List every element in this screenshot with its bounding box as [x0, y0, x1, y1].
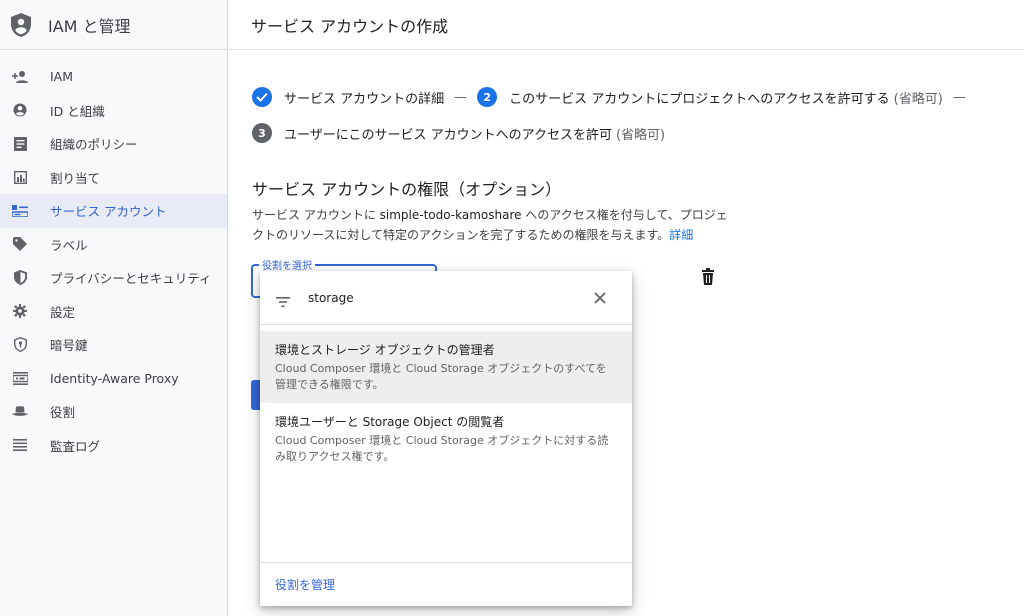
sidebar-item-label: 設定	[50, 304, 76, 320]
step-3-optional: (省略可)	[615, 127, 666, 143]
step-2-optional: (省略可)	[893, 91, 943, 107]
role-filter-bar: storage	[260, 271, 632, 325]
step-row-2: 3 ユーザーにこのサービス アカウントへのアクセスを許可 (省略可)	[252, 122, 976, 144]
step-1-label[interactable]: サービス アカウントの詳細	[284, 88, 444, 107]
close-icon[interactable]	[580, 278, 620, 318]
step-separator: —	[454, 89, 468, 105]
sidebar-item-label: 役割	[50, 405, 76, 421]
label-icon	[12, 236, 28, 252]
role-select-label: 役割を選択	[259, 257, 315, 272]
sidebar: IAM と管理 IAM ID と組織 組織のポリシー 割り当て サービス アカウ…	[0, 0, 228, 616]
sidebar-item-labels[interactable]: ラベル	[0, 228, 227, 262]
person-add-icon	[12, 69, 28, 85]
delete-icon[interactable]	[700, 268, 716, 286]
role-filter-input[interactable]: storage	[308, 291, 580, 305]
filter-icon	[276, 292, 292, 307]
sidebar-item-service-accounts[interactable]: サービス アカウント	[0, 194, 227, 228]
sidebar-item-org-policies[interactable]: 組織のポリシー	[0, 127, 227, 161]
step-row-1: サービス アカウントの詳細 — 2 このサービス アカウントにプロジェクトへのア…	[252, 86, 976, 108]
service-account-icon	[12, 203, 28, 219]
service-account-name: simple-todo-kamoshare	[379, 208, 522, 222]
section-title: サービス アカウントの権限（オプション）	[252, 180, 562, 199]
step-separator: —	[952, 89, 966, 105]
sidebar-item-label: 暗号鍵	[50, 338, 88, 354]
role-option[interactable]: 環境とストレージ オブジェクトの管理者 Cloud Composer 環境と C…	[260, 331, 632, 403]
iam-shield-icon	[8, 10, 34, 40]
gear-icon	[12, 303, 28, 319]
sidebar-item-label: Identity-Aware Proxy	[50, 370, 179, 386]
sidebar-item-privacy-security[interactable]: プライバシーとセキュリティ	[0, 261, 227, 295]
checkmark-icon	[252, 87, 272, 107]
sidebar-item-label: プライバシーとセキュリティ	[50, 271, 212, 287]
step-3-number: 3	[252, 123, 272, 143]
step-3-label: ユーザーにこのサービス アカウントへのアクセスを許可	[284, 127, 612, 143]
account-circle-icon	[12, 102, 28, 118]
key-shield-icon	[12, 337, 28, 353]
section-description: サービス アカウントに simple-todo-kamoshare へのアクセス…	[252, 205, 730, 245]
sidebar-item-label: IAM	[50, 69, 74, 85]
role-option-title: 環境ユーザーと Storage Object の閲覧者	[275, 415, 505, 429]
stepper: サービス アカウントの詳細 — 2 このサービス アカウントにプロジェクトへのア…	[252, 86, 976, 144]
sidebar-item-audit-logs[interactable]: 監査ログ	[0, 429, 227, 463]
role-dropdown: storage 環境とストレージ オブジェクトの管理者 Cloud Compos…	[260, 271, 632, 606]
sidebar-item-iam[interactable]: IAM	[0, 60, 227, 94]
app-title: IAM と管理	[48, 16, 131, 36]
sidebar-item-label: ID と組織	[50, 103, 105, 119]
role-option-description: Cloud Composer 環境と Cloud Storage オブジェクトの…	[275, 362, 607, 391]
list-document-icon	[12, 136, 28, 152]
hat-icon	[12, 404, 28, 420]
quota-icon	[12, 169, 28, 185]
manage-roles-link[interactable]: 役割を管理	[275, 576, 335, 593]
log-lines-icon	[12, 437, 28, 453]
role-option-description: Cloud Composer 環境と Cloud Storage オブジェクトに…	[275, 434, 609, 463]
step-2-number: 2	[477, 87, 498, 107]
details-link[interactable]: 詳細	[669, 228, 693, 242]
desc-prefix: サービス アカウントに	[252, 208, 380, 222]
sidebar-item-quotas[interactable]: 割り当て	[0, 161, 227, 195]
sidebar-item-crypto-keys[interactable]: 暗号鍵	[0, 328, 227, 362]
dropdown-footer: 役割を管理	[260, 562, 632, 606]
sidebar-item-roles[interactable]: 役割	[0, 395, 227, 429]
role-option-title: 環境とストレージ オブジェクトの管理者	[275, 343, 495, 357]
sidebar-item-settings[interactable]: 設定	[0, 295, 227, 329]
sidebar-item-label: サービス アカウント	[50, 204, 167, 220]
sidebar-item-identity[interactable]: ID と組織	[0, 94, 227, 128]
sidebar-item-label: 組織のポリシー	[50, 137, 138, 153]
page-title: サービス アカウントの作成	[251, 16, 449, 36]
sidebar-item-label: 割り当て	[50, 170, 101, 186]
page-header: サービス アカウントの作成	[229, 0, 1024, 50]
app-brand[interactable]: IAM と管理	[0, 0, 227, 50]
sidebar-item-label: 監査ログ	[50, 438, 101, 454]
shield-icon	[12, 270, 28, 286]
sidebar-nav: IAM ID と組織 組織のポリシー 割り当て サービス アカウント ラベル プ…	[0, 50, 227, 462]
proxy-icon	[12, 370, 28, 386]
sidebar-item-label: ラベル	[50, 237, 88, 253]
sidebar-item-iap[interactable]: Identity-Aware Proxy	[0, 362, 227, 396]
step-2-label: このサービス アカウントにプロジェクトへのアクセスを許可する	[509, 91, 890, 107]
role-option[interactable]: 環境ユーザーと Storage Object の閲覧者 Cloud Compos…	[260, 403, 632, 487]
